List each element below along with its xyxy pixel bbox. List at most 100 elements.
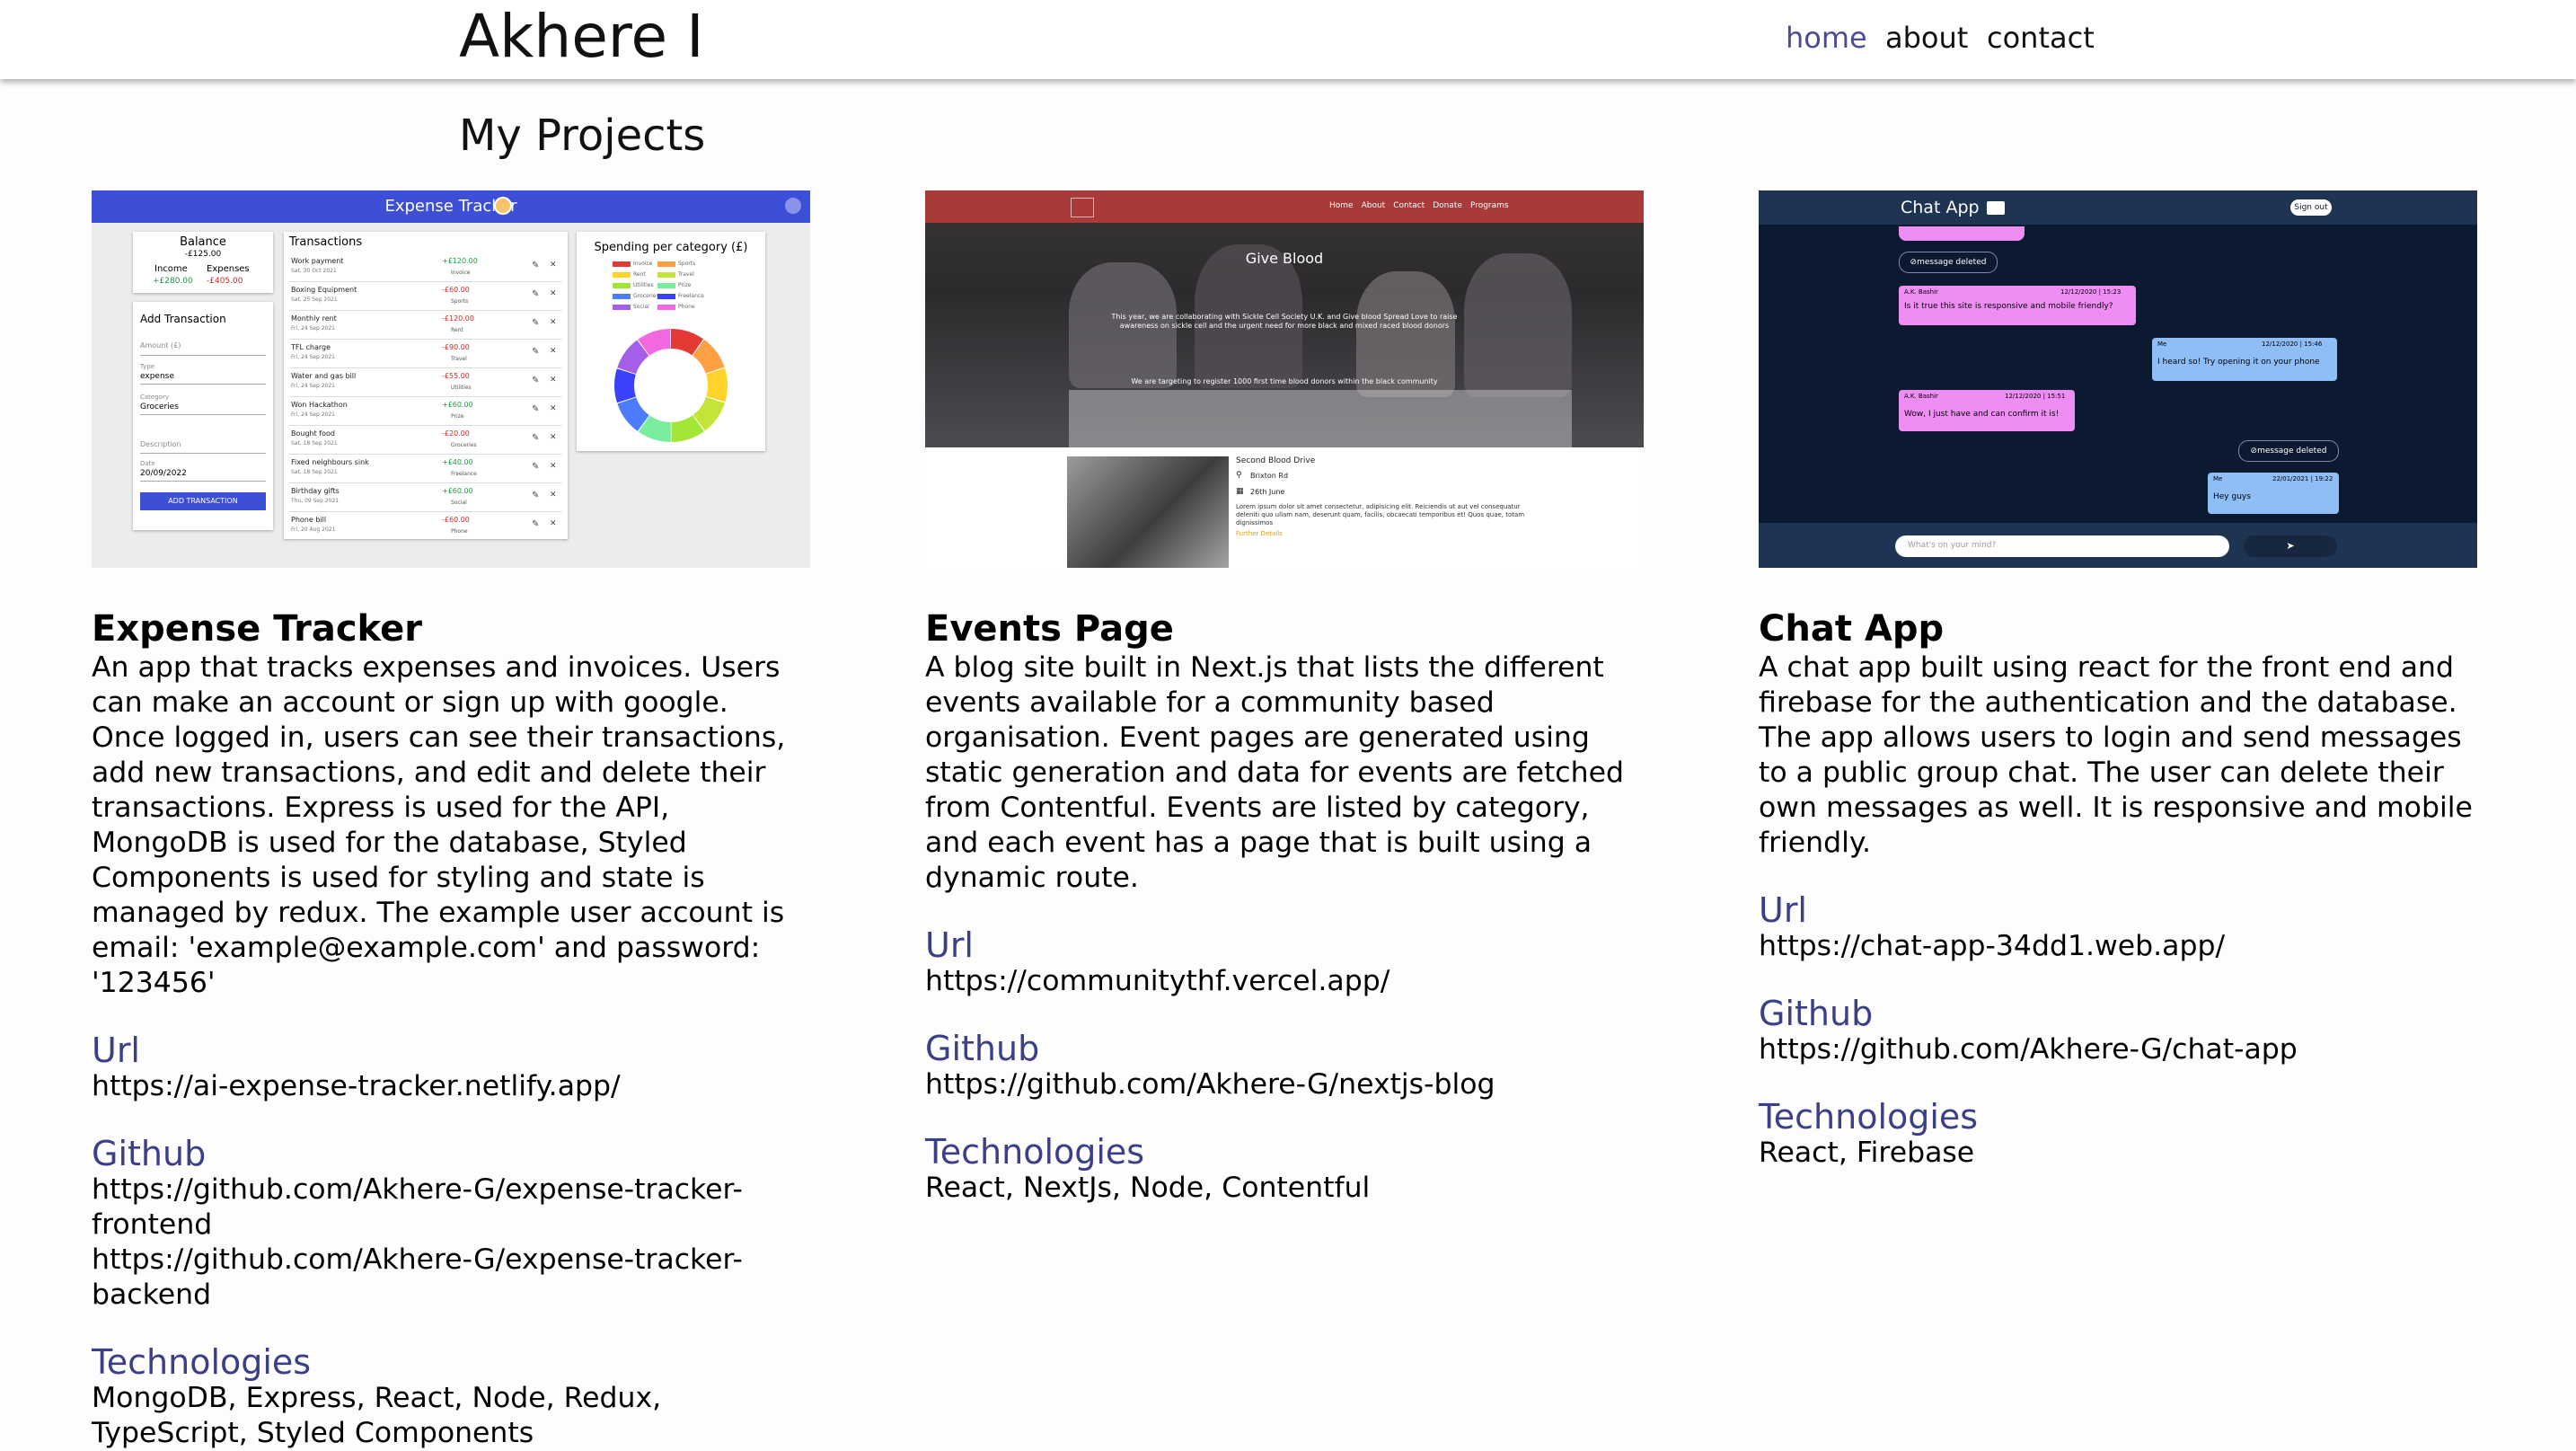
edit-icon[interactable]: ✎ bbox=[532, 376, 539, 385]
legend-item: Utilities bbox=[613, 282, 654, 288]
balance-label: Balance bbox=[180, 235, 226, 249]
message-text: Is it true this site is responsive and m… bbox=[1904, 302, 2113, 311]
edit-icon[interactable]: ✎ bbox=[532, 491, 539, 500]
transaction-row[interactable]: Fixed neighbours sink Sat, 18 Sep 2021 +£4… bbox=[289, 455, 562, 483]
events-nav-link[interactable]: Home bbox=[1329, 201, 1354, 210]
delete-icon[interactable]: ✕ bbox=[550, 462, 557, 471]
url-heading: Url bbox=[925, 925, 974, 965]
github-backend-link[interactable]: https://github.com/Akhere-G/expense-trac… bbox=[92, 1243, 810, 1313]
technologies-heading: Technologies bbox=[1759, 1097, 1979, 1137]
delete-icon[interactable]: ✕ bbox=[550, 318, 557, 327]
edit-icon[interactable]: ✎ bbox=[532, 261, 539, 270]
amount-field[interactable]: Amount (£) bbox=[140, 341, 266, 356]
sign-out-button[interactable]: Sign out bbox=[2290, 199, 2332, 216]
date-label: Date bbox=[140, 460, 155, 467]
transaction-row[interactable]: Work payment Sat, 30 Oct 2021 +£120.00 Invo… bbox=[289, 253, 562, 282]
transaction-row[interactable]: TFL charge Fri, 24 Sep 2021 -£90.00 Travel ✎… bbox=[289, 340, 562, 368]
transaction-date: Fri, 20 Aug 2021 bbox=[291, 526, 336, 533]
category-select[interactable]: Groceries bbox=[140, 403, 266, 415]
delete-icon[interactable]: ✕ bbox=[550, 519, 557, 528]
brand-title[interactable]: Akhere I bbox=[459, 0, 704, 76]
github-link[interactable]: https://github.com/Akhere-G/chat-app bbox=[1759, 1032, 2477, 1067]
project-url-link[interactable]: https://communitythf.vercel.app/ bbox=[925, 964, 1644, 999]
transaction-name: Phone bill bbox=[291, 516, 327, 524]
legend-swatch bbox=[613, 261, 631, 267]
deleted-message-text: message deleted bbox=[1917, 258, 1987, 267]
nav-about-link[interactable]: about bbox=[1885, 0, 1968, 79]
block-icon: ⊘ bbox=[1910, 258, 1918, 267]
delete-icon[interactable]: ✕ bbox=[550, 404, 557, 413]
events-nav-link[interactable]: Programs bbox=[1470, 201, 1509, 210]
logo-icon bbox=[1071, 198, 1094, 217]
description-field[interactable]: Description bbox=[140, 440, 266, 454]
edit-icon[interactable]: ✎ bbox=[532, 519, 539, 529]
volunteer-shirts bbox=[1069, 390, 1572, 447]
transaction-amount: -£20.00 bbox=[442, 429, 470, 438]
transaction-amount: -£60.00 bbox=[442, 286, 470, 294]
legend-swatch bbox=[657, 261, 675, 267]
url-heading: Url bbox=[92, 1031, 140, 1070]
transaction-row[interactable]: Boxing Equipment Sat, 25 Sep 2021 -£60.00 S… bbox=[289, 282, 562, 311]
income-value: +£280.00 bbox=[153, 277, 193, 286]
chat-app-screenshot[interactable]: Chat App Sign out ⊘message deleted A.K. … bbox=[1759, 190, 2477, 568]
events-nav-link[interactable]: About bbox=[1362, 201, 1386, 210]
events-nav-link[interactable]: Contact bbox=[1393, 201, 1425, 210]
github-link[interactable]: https://github.com/Akhere-G/nextjs-blog bbox=[925, 1067, 1644, 1102]
transaction-name: Bought food bbox=[291, 429, 335, 438]
edit-icon[interactable]: ✎ bbox=[532, 404, 539, 414]
add-transaction-button[interactable]: ADD TRANSACTION bbox=[140, 492, 266, 510]
transaction-row[interactable]: Water and gas bill Fri, 24 Sep 2021 -£55.0… bbox=[289, 368, 562, 397]
delete-icon[interactable]: ✕ bbox=[550, 491, 557, 500]
event-details-link[interactable]: Further Details bbox=[1236, 530, 1283, 537]
project-card-events-page: Home About Contact Donate Programs Give Bloo… bbox=[925, 190, 1644, 1206]
legend-swatch bbox=[657, 304, 675, 310]
edit-icon[interactable]: ✎ bbox=[532, 462, 539, 472]
edit-icon[interactable]: ✎ bbox=[532, 433, 539, 443]
delete-icon[interactable]: ✕ bbox=[550, 433, 557, 442]
expenses-value: -£405.00 bbox=[207, 277, 243, 286]
transaction-row[interactable]: Phone bill Fri, 20 Aug 2021 -£60.00 Phone ✎ ✕ bbox=[289, 512, 562, 541]
send-button[interactable]: ➤ bbox=[2244, 535, 2337, 557]
event-image bbox=[1067, 456, 1229, 568]
delete-icon[interactable]: ✕ bbox=[550, 347, 557, 356]
edit-icon[interactable]: ✎ bbox=[532, 289, 539, 299]
events-nav-link[interactable]: Donate bbox=[1433, 201, 1462, 210]
event-date: 26th June bbox=[1250, 488, 1285, 496]
message-author: A.K. Bashir bbox=[1904, 393, 1938, 400]
transaction-name: TFL charge bbox=[291, 343, 331, 351]
delete-icon[interactable]: ✕ bbox=[550, 376, 557, 385]
edit-icon[interactable]: ✎ bbox=[532, 347, 539, 357]
legend-swatch bbox=[613, 293, 631, 299]
delete-icon[interactable]: ✕ bbox=[550, 289, 557, 298]
github-frontend-link[interactable]: https://github.com/Akhere-G/expense-trac… bbox=[92, 1172, 810, 1243]
github-heading: Github bbox=[1759, 994, 1874, 1033]
transaction-row[interactable]: Bought food Sat, 18 Sep 2021 -£20.00 Grocer… bbox=[289, 426, 562, 455]
chat-app-title: Chat App bbox=[1901, 198, 1980, 217]
transaction-date: Sat, 18 Sep 2021 bbox=[291, 440, 338, 447]
nav-home-link[interactable]: home bbox=[1786, 0, 1867, 79]
screenshot-app-title: Expense Tracker bbox=[384, 197, 517, 216]
top-navbar: Akhere I home about contact bbox=[0, 0, 2576, 79]
transaction-row[interactable]: Monthly rent Fri, 24 Sep 2021 -£120.00 Rent… bbox=[289, 311, 562, 340]
type-select[interactable]: expense bbox=[140, 372, 266, 385]
date-field[interactable]: 20/09/2022 bbox=[140, 469, 266, 482]
technologies-list: MongoDB, Express, React, Node, Redux, Ty… bbox=[92, 1382, 662, 1449]
expense-tracker-screenshot[interactable]: Expense Tracker Balance -£125.00 Income … bbox=[92, 190, 810, 568]
transaction-name: Birthday gifts bbox=[291, 487, 340, 495]
project-card-expense-tracker: Expense Tracker Balance -£125.00 Income … bbox=[92, 190, 810, 1451]
project-url-link[interactable]: https://ai-expense-tracker.netlify.app/ bbox=[92, 1069, 810, 1104]
events-page-screenshot[interactable]: Home About Contact Donate Programs Give Bloo… bbox=[925, 190, 1644, 568]
transaction-row[interactable]: Birthday gifts Thu, 09 Sep 2021 +£60.00 Soc… bbox=[289, 483, 562, 512]
legend-label: Rent bbox=[633, 271, 646, 278]
nav-contact-link[interactable]: contact bbox=[1987, 0, 2095, 79]
transaction-row[interactable]: Won Hackathon Fri, 24 Sep 2021 +£60.00 Priz… bbox=[289, 397, 562, 426]
transaction-category: Prize bbox=[451, 413, 464, 420]
project-url-link[interactable]: https://chat-app-34dd1.web.app/ bbox=[1759, 929, 2477, 964]
edit-icon[interactable]: ✎ bbox=[532, 318, 539, 328]
event-location: Brixton Rd bbox=[1250, 472, 1289, 480]
delete-icon[interactable]: ✕ bbox=[550, 261, 557, 270]
legend-swatch bbox=[613, 271, 631, 278]
income-label: Income bbox=[154, 264, 188, 274]
chat-message-bubble bbox=[1899, 226, 2025, 241]
transaction-amount: -£90.00 bbox=[442, 343, 470, 351]
